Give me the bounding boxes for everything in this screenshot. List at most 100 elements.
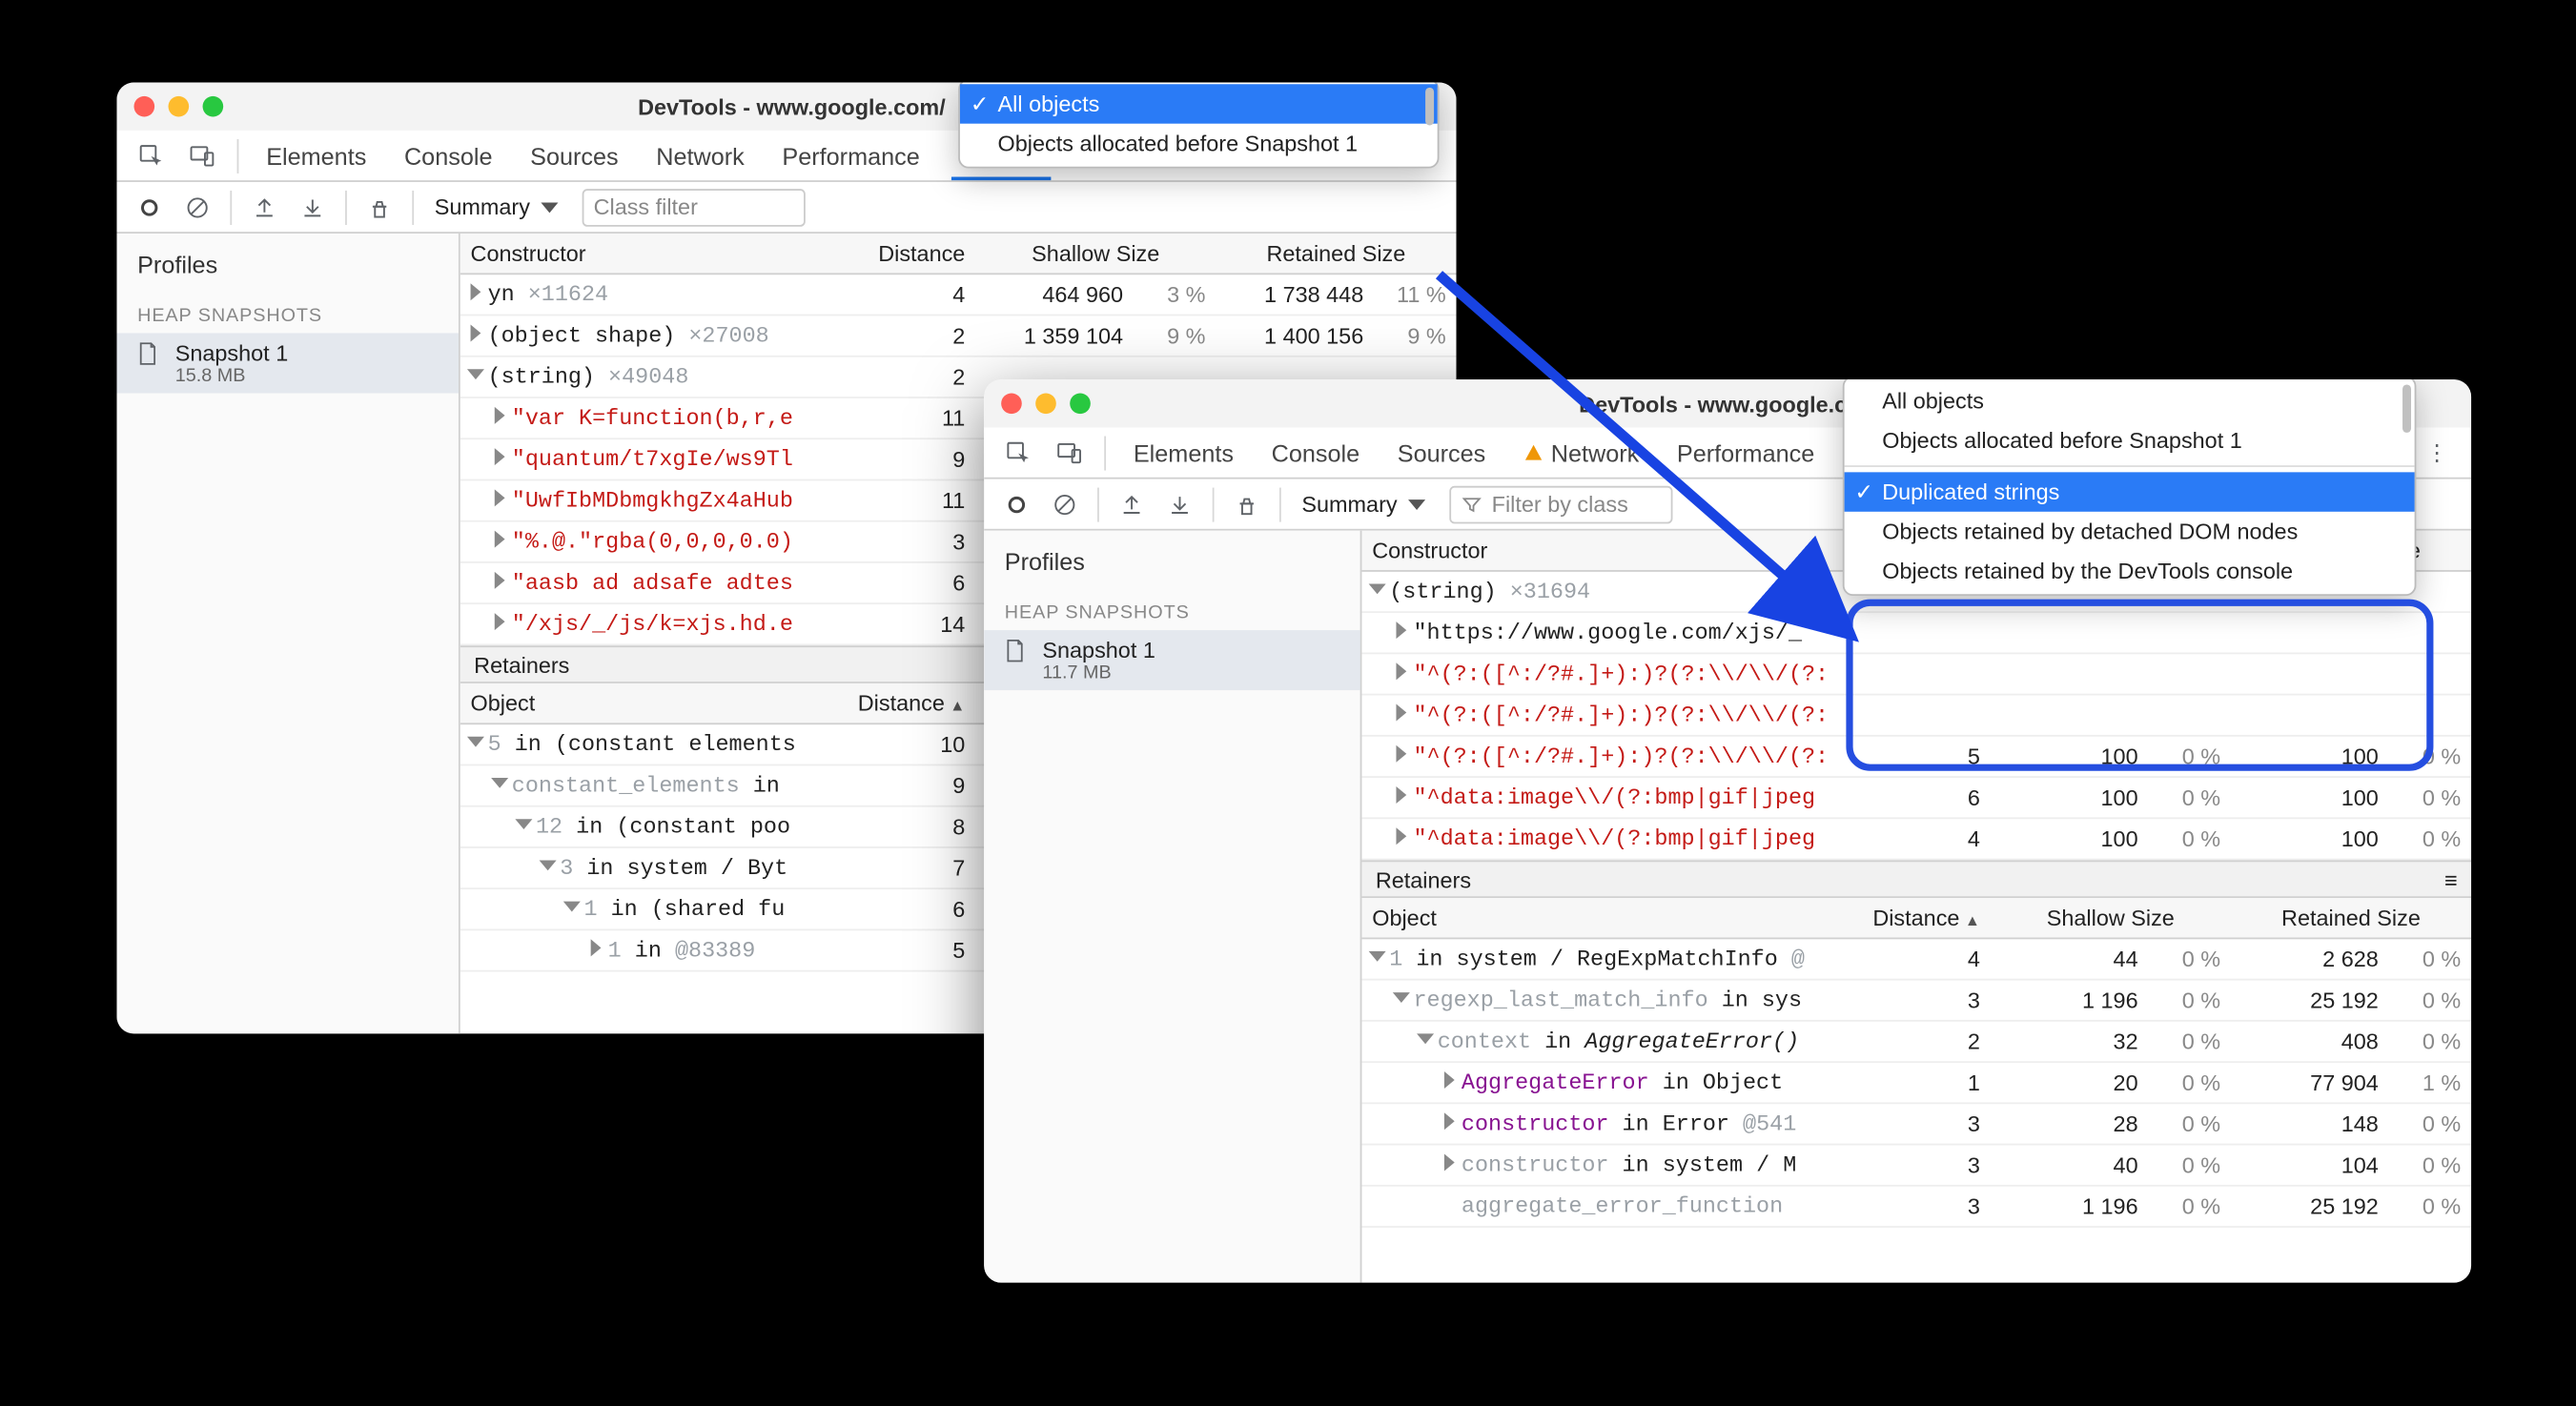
table-row[interactable]: (object shape) ×2700821 359 1049 %1 400 … [460,316,1457,357]
dropdown-item-all-objects[interactable]: All objects [1845,381,2415,420]
table-row[interactable]: "^data:image\\/(?:bmp|gif|jpeg41000 %100… [1361,819,2471,860]
close-icon[interactable] [134,96,155,117]
col-distance[interactable]: Distance [1856,905,1991,930]
object-filter-dropdown[interactable]: All objects Objects allocated before Sna… [958,82,1439,168]
col-object[interactable]: Object [460,690,842,716]
upload-icon[interactable] [1110,490,1155,518]
dropdown-item-all-objects[interactable]: All objects [960,84,1438,123]
zoom-icon[interactable] [203,96,224,117]
tab-sources[interactable]: Sources [523,131,625,180]
download-icon[interactable] [290,194,335,221]
col-object[interactable]: Object [1361,905,1856,930]
filter-placeholder: Filter by class [1492,491,1628,517]
table-row[interactable]: regexp_last_match_info in sys31 1960 %25… [1361,981,2471,1022]
table-row[interactable]: aggregate_error_function31 1960 %25 1920… [1361,1187,2471,1228]
scrollbar-thumb[interactable] [2402,384,2411,432]
table-row[interactable]: 1 in system / RegExpMatchInfo @4440 %2 6… [1361,939,2471,980]
profiles-header: Profiles [984,531,1360,586]
warning-icon [1525,445,1542,460]
constructors-grid: (string) ×31694"https://www.google.com/x… [1361,572,2471,861]
tab-elements[interactable]: Elements [1127,428,1241,478]
snapshot-size: 11.7 MB [1042,662,1155,683]
retainers-grid: 1 in system / RegExpMatchInfo @4440 %2 6… [1361,939,2471,1228]
inspect-icon[interactable] [127,132,174,179]
device-toggle-icon[interactable] [1046,428,1094,476]
menu-icon[interactable]: ≡ [2444,866,2458,892]
record-icon[interactable] [127,194,172,221]
memory-toolbar: Summary Filter by class All objects Obje… [984,479,2471,531]
tab-sources[interactable]: Sources [1391,428,1493,478]
snapshot-name: Snapshot 1 [1042,637,1155,662]
constructors-header: Constructor Distance Shallow Size Retain… [460,234,1457,275]
tab-network[interactable]: Network [1517,428,1646,478]
snapshot-item[interactable]: Snapshot 1 15.8 MB [116,333,458,393]
retainers-columns: Object Distance Shallow Size Retained Si… [1361,898,2471,939]
view-mode-dropdown[interactable]: Summary [1292,491,1436,517]
tab-network[interactable]: Network [649,131,751,180]
table-row[interactable]: constructor in Error @5413280 %1480 % [1361,1104,2471,1145]
tab-elements[interactable]: Elements [259,131,374,180]
table-row[interactable]: "^(?:([^:/?#.]+):)?(?:\\/\\/(?: [1361,654,2471,695]
snapshot-name: Snapshot 1 [175,340,288,366]
chevron-down-icon [541,202,558,213]
col-distance[interactable]: Distance [842,690,976,716]
table-row[interactable]: "^(?:([^:/?#.]+):)?(?:\\/\\/(?:51000 %10… [1361,737,2471,778]
snapshot-icon [1001,637,1029,669]
col-distance[interactable]: Distance [842,240,976,266]
profiles-sidebar: Profiles HEAP SNAPSHOTS Snapshot 1 15.8 … [116,234,460,1033]
download-icon[interactable] [1157,490,1202,518]
minimize-icon[interactable] [169,96,190,117]
snapshot-size: 15.8 MB [175,366,288,387]
chevron-down-icon [1407,499,1424,509]
table-row[interactable]: AggregateError in Object1200 %77 9041 % [1361,1063,2471,1104]
profiles-header: Profiles [116,234,458,289]
col-shallow[interactable]: Shallow Size [1991,905,2231,930]
record-icon[interactable] [994,490,1039,518]
close-icon[interactable] [1001,393,1022,414]
profiles-sidebar: Profiles HEAP SNAPSHOTS Snapshot 1 11.7 … [984,531,1361,1283]
filter-placeholder: Class filter [594,194,698,220]
snapshot-icon [134,340,162,373]
zoom-icon[interactable] [1070,393,1091,414]
retainers-header: Retainers ≡ [1361,860,2471,898]
snapshot-item[interactable]: Snapshot 1 11.7 MB [984,630,1360,690]
clear-icon[interactable] [1042,490,1087,518]
dropdown-item-detached-dom[interactable]: Objects retained by detached DOM nodes [1845,512,2415,551]
gc-icon[interactable] [358,194,402,221]
dropdown-item-devtools-console[interactable]: Objects retained by the DevTools console [1845,551,2415,590]
table-row[interactable]: "^data:image\\/(?:bmp|gif|jpeg61000 %100… [1361,778,2471,819]
scrollbar-thumb[interactable] [1425,88,1434,126]
tab-performance[interactable]: Performance [775,131,927,180]
class-filter-input[interactable]: Filter by class [1449,485,1672,523]
device-toggle-icon[interactable] [178,132,226,179]
object-filter-dropdown[interactable]: All objects Objects allocated before Sna… [1843,379,2417,596]
table-row[interactable]: context in AggregateError()2320 %4080 % [1361,1022,2471,1063]
upload-icon[interactable] [242,194,287,221]
clear-icon[interactable] [175,194,220,221]
heap-snapshots-section: HEAP SNAPSHOTS [984,585,1360,630]
view-mode-dropdown[interactable]: Summary [424,194,568,220]
col-retained[interactable]: Retained Size [1216,240,1456,266]
heap-snapshots-section: HEAP SNAPSHOTS [116,289,458,334]
tab-console[interactable]: Console [398,131,500,180]
dropdown-item-before-snapshot[interactable]: Objects allocated before Snapshot 1 [960,124,1438,163]
dropdown-item-before-snapshot[interactable]: Objects allocated before Snapshot 1 [1845,420,2415,459]
devtools-window-new: DevTools - www.google.com/ Elements Cons… [984,379,2471,1282]
col-shallow[interactable]: Shallow Size [975,240,1216,266]
kebab-menu-icon[interactable]: ⋮ [2413,428,2461,476]
col-constructor[interactable]: Constructor [460,240,842,266]
table-row[interactable]: constructor in system / M3400 %1040 % [1361,1145,2471,1186]
table-row[interactable]: "^(?:([^:/?#.]+):)?(?:\\/\\/(?: [1361,696,2471,737]
class-filter-input[interactable]: Class filter [582,188,805,226]
gc-icon[interactable] [1224,490,1269,518]
dropdown-item-duplicated-strings[interactable]: Duplicated strings [1845,472,2415,511]
inspect-icon[interactable] [994,428,1042,476]
minimize-icon[interactable] [1035,393,1056,414]
col-retained[interactable]: Retained Size [2231,905,2471,930]
tab-performance[interactable]: Performance [1670,428,1822,478]
col-constructor[interactable]: Constructor [1361,538,1856,563]
table-row[interactable]: yn ×116244464 9603 %1 738 44811 % [460,275,1457,316]
table-row[interactable]: "https://www.google.com/xjs/_ [1361,613,2471,654]
memory-toolbar: Summary Class filter All objects Objects… [116,182,1456,234]
tab-console[interactable]: Console [1264,428,1366,478]
